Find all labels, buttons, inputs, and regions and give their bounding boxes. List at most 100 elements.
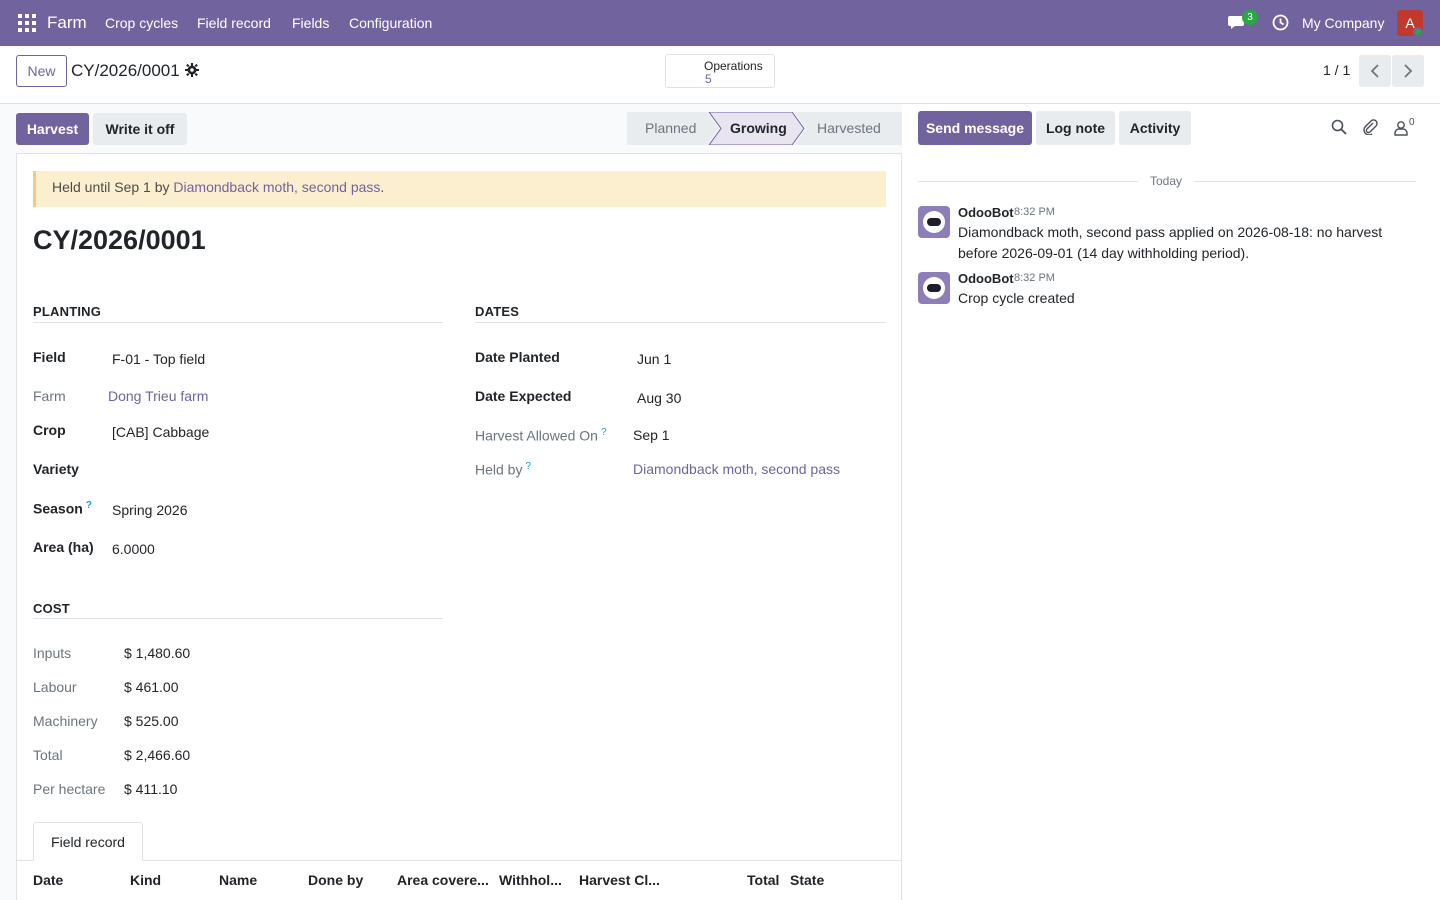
cost-per-hectare-value: $ 411.10	[124, 781, 178, 797]
crop-value[interactable]: [CAB] Cabbage	[112, 424, 209, 440]
online-status-dot	[1413, 27, 1423, 37]
column-date[interactable]: Date	[33, 872, 113, 888]
column-harvest-clear[interactable]: Harvest Cl...	[579, 872, 665, 888]
column-total[interactable]: Total	[747, 872, 787, 888]
cost-labour-label: Labour	[33, 679, 77, 695]
variety-label: Variety	[33, 461, 79, 477]
followers-count: 0	[1409, 117, 1415, 128]
column-area-covered[interactable]: Area covere...	[397, 872, 490, 888]
season-value[interactable]: Spring 2026	[112, 502, 188, 518]
menu-fields[interactable]: Fields	[292, 15, 329, 31]
record-title: CY/2026/0001	[33, 225, 206, 255]
today-divider-left	[918, 181, 1138, 182]
cost-inputs-label: Inputs	[33, 645, 72, 661]
activity-button[interactable]: Activity	[1119, 111, 1191, 145]
chevron-left-icon	[1370, 64, 1379, 78]
menu-configuration[interactable]: Configuration	[349, 15, 432, 31]
new-button[interactable]: New	[16, 55, 67, 87]
harvest-allowed-help-icon[interactable]: ?	[601, 427, 607, 438]
send-message-button[interactable]: Send message	[918, 111, 1032, 145]
crop-label: Crop	[33, 422, 66, 438]
message-body: Crop cycle created	[958, 290, 1075, 306]
column-withholding[interactable]: Withhol...	[499, 872, 569, 888]
app-brand[interactable]: Farm	[47, 13, 87, 33]
column-done-by[interactable]: Done by	[308, 872, 388, 888]
date-expected-value[interactable]: Aug 30	[637, 390, 681, 406]
message-author[interactable]: OdooBot	[958, 271, 1014, 286]
odoobot-avatar[interactable]	[918, 272, 950, 304]
smart-button-label: Operations	[704, 59, 763, 73]
odoobot-avatar[interactable]	[918, 206, 950, 238]
cost-per-hectare-label: Per hectare	[33, 781, 106, 797]
followers-icon[interactable]	[1393, 120, 1409, 136]
search-icon[interactable]	[1331, 119, 1347, 135]
smart-button-value: 5	[705, 72, 712, 86]
company-switcher[interactable]: My Company	[1302, 15, 1384, 31]
held-by-label-text: Held by	[475, 461, 523, 478]
today-divider-right	[1194, 181, 1416, 182]
column-name[interactable]: Name	[219, 872, 299, 888]
date-planted-value[interactable]: Jun 1	[637, 351, 671, 367]
cost-total-value: $ 2,466.60	[124, 747, 191, 763]
pager-value[interactable]: 1 / 1	[1323, 62, 1350, 78]
chevron-right-icon	[1404, 64, 1413, 78]
field-label: Field	[33, 349, 66, 365]
cost-labour-value: $ 461.00	[124, 679, 179, 695]
held-by-link[interactable]: Diamondback moth, second pass	[633, 461, 840, 477]
area-label: Area (ha)	[33, 539, 94, 555]
log-note-button[interactable]: Log note	[1036, 111, 1115, 145]
withholding-alert: Held until Sep 1 by Diamondback moth, se…	[33, 171, 886, 207]
alert-pesticide-link[interactable]: Diamondback moth, second pass	[173, 179, 380, 195]
write-off-button[interactable]: Write it off	[93, 113, 187, 145]
farm-label: Farm	[33, 388, 66, 404]
breadcrumb-record-name: CY/2026/0001	[71, 61, 180, 80]
chat-count-badge: 3	[1242, 10, 1258, 25]
gear-icon[interactable]	[185, 63, 199, 77]
cost-inputs-value: $ 1,480.60	[124, 645, 191, 661]
today-separator: Today	[1150, 174, 1183, 188]
planting-divider	[33, 322, 443, 323]
column-state[interactable]: State	[790, 872, 850, 888]
cost-divider	[33, 618, 443, 619]
held-by-help-icon[interactable]: ?	[525, 461, 531, 472]
message-time: 8:32 PM	[1014, 272, 1055, 284]
tab-field-record[interactable]: Field record	[33, 822, 143, 861]
held-by-label: Held by?	[475, 461, 531, 478]
stage-growing[interactable]: Growing	[730, 112, 787, 145]
menu-crop-cycles[interactable]: Crop cycles	[105, 15, 178, 31]
cost-machinery-value: $ 525.00	[124, 713, 179, 729]
harvest-allowed-value: Sep 1	[633, 427, 670, 443]
message-author[interactable]: OdooBot	[958, 205, 1014, 220]
menu-field-record[interactable]: Field record	[197, 15, 271, 31]
paperclip-icon[interactable]	[1362, 119, 1378, 135]
apps-menu-icon[interactable]	[18, 14, 36, 32]
season-help-icon[interactable]: ?	[86, 500, 92, 511]
pager-next-button[interactable]	[1392, 55, 1424, 87]
column-kind[interactable]: Kind	[130, 872, 210, 888]
area-value[interactable]: 6.0000	[112, 541, 155, 557]
form-sheet: Held until Sep 1 by Diamondback moth, se…	[16, 153, 902, 900]
control-panel: New CY/2026/0001 Operations 5 1 / 1	[0, 46, 1440, 104]
cost-total-label: Total	[33, 747, 63, 763]
alert-suffix: .	[380, 179, 385, 195]
season-label: Season?	[33, 500, 92, 517]
stage-harvested[interactable]: Harvested	[817, 112, 881, 145]
alert-prefix: Held until Sep 1 by	[52, 179, 174, 195]
harvest-allowed-label-text: Harvest Allowed On	[475, 427, 598, 444]
farm-link[interactable]: Dong Trieu farm	[108, 388, 208, 404]
message-body: Diamondback moth, second pass applied on…	[958, 224, 1383, 261]
cost-heading: Cost	[33, 601, 70, 616]
date-expected-label: Date Expected	[475, 388, 572, 404]
harvest-button[interactable]: Harvest	[16, 113, 89, 145]
dates-divider	[475, 322, 886, 323]
field-value[interactable]: F-01 - Top field	[112, 351, 205, 367]
operations-smart-button[interactable]: Operations 5	[665, 54, 775, 88]
planting-heading: Planting	[33, 304, 102, 319]
dates-heading: Dates	[475, 304, 520, 319]
clock-icon[interactable]	[1272, 14, 1289, 31]
cost-machinery-label: Machinery	[33, 713, 98, 729]
stage-planned[interactable]: Planned	[645, 112, 696, 145]
harvest-allowed-label: Harvest Allowed On?	[475, 427, 607, 444]
message-time: 8:32 PM	[1014, 206, 1055, 218]
pager-previous-button[interactable]	[1359, 55, 1391, 87]
